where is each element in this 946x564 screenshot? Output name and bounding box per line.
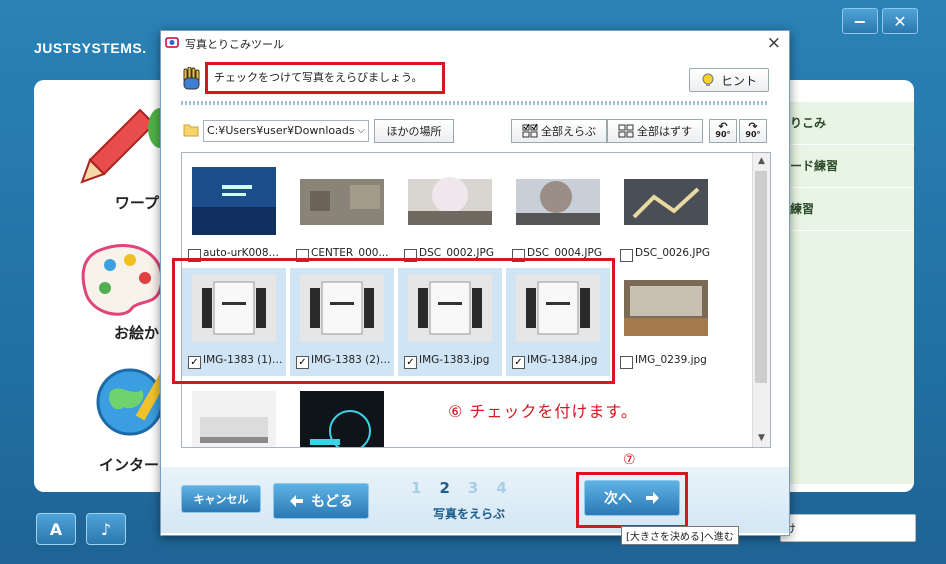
photo-cell[interactable]: DSC_0026.JPG bbox=[614, 161, 718, 269]
photo-cell[interactable]: IMG_0239.jpg bbox=[614, 268, 718, 376]
folder-path-select[interactable]: C:¥Users¥user¥Downloads ⌵ bbox=[203, 120, 369, 142]
photo-cell[interactable] bbox=[290, 385, 394, 447]
hint-label: ヒント bbox=[720, 73, 757, 88]
scroll-up-arrow-icon[interactable]: ▲ bbox=[753, 153, 770, 170]
sound-button[interactable]: ♪ bbox=[86, 513, 126, 545]
next-button-tooltip: [大きさを決める]へ進む bbox=[621, 526, 739, 545]
app-icon bbox=[165, 37, 179, 48]
minimize-button[interactable]: − bbox=[842, 8, 878, 34]
right-menu-item[interactable]: ード練習 bbox=[790, 145, 914, 188]
photo-checkbox[interactable] bbox=[620, 249, 633, 262]
annotation-highlight-frame bbox=[172, 258, 615, 384]
globe-icon bbox=[96, 363, 175, 436]
dialog-title: 写真とりこみツール bbox=[185, 38, 284, 51]
photo-filename: IMG_0239.jpg bbox=[635, 354, 707, 366]
photo-cell[interactable]: auto-urK008p... bbox=[182, 161, 286, 269]
right-menu-item[interactable]: りこみ bbox=[790, 102, 914, 145]
dialog-titlebar: 写真とりこみツール × bbox=[161, 31, 789, 55]
photo-thumbnail bbox=[516, 167, 600, 235]
rotate-left-label: 90° bbox=[715, 130, 731, 139]
current-step-label: 写真をえらぶ bbox=[433, 507, 506, 521]
other-location-button[interactable]: ほかの場所 bbox=[374, 119, 454, 143]
step-1: 1 bbox=[411, 479, 422, 497]
instruction-row: チェックをつけて写真をえらびましょう。 ヒント bbox=[161, 57, 789, 101]
photo-cell[interactable] bbox=[182, 385, 286, 447]
next-button[interactable]: 次へ bbox=[584, 480, 680, 516]
location-toolbar: C:¥Users¥user¥Downloads ⌵ ほかの場所 全部えらぶ 全部… bbox=[183, 119, 771, 145]
photo-filename: DSC_0026.JPG bbox=[635, 247, 710, 259]
right-menu-item[interactable]: 練習 bbox=[790, 188, 914, 231]
empty-grid-icon bbox=[618, 124, 634, 138]
background-text-field: け bbox=[780, 514, 916, 542]
tile-wordprocessor[interactable]: ワープロ bbox=[70, 90, 174, 212]
step-indicator: 1 2 3 4 bbox=[411, 479, 551, 499]
rotate-right-label: 90° bbox=[745, 130, 761, 139]
palette-icon bbox=[81, 244, 164, 316]
folder-icon bbox=[183, 124, 199, 137]
photo-thumbnail bbox=[192, 167, 276, 235]
back-button[interactable]: もどる bbox=[273, 483, 369, 519]
app-tiles: ワープロ お絵かき インターネ bbox=[44, 90, 175, 485]
select-all-label: 全部えらぶ bbox=[541, 125, 596, 138]
tile-paint[interactable]: お絵かき bbox=[70, 230, 174, 350]
photo-cell[interactable]: DSC_0004.JPG bbox=[506, 161, 610, 269]
photo-thumbnail bbox=[408, 167, 492, 235]
photo-thumbnail bbox=[300, 391, 384, 447]
next-label: 次へ bbox=[604, 491, 632, 507]
window-controls: − ✕ bbox=[842, 8, 918, 34]
deselect-all-button[interactable]: 全部はずす bbox=[607, 119, 703, 143]
scrollbar-thumb[interactable] bbox=[755, 171, 767, 383]
hand-icon bbox=[183, 67, 200, 90]
background-right-menu: りこみ ード練習 練習 bbox=[790, 102, 914, 484]
font-button[interactable]: A bbox=[36, 513, 76, 545]
rotate-left-button[interactable]: ↶ 90° bbox=[709, 119, 737, 143]
photo-thumbnail bbox=[624, 274, 708, 342]
wordprocessor-icon bbox=[80, 108, 172, 184]
step-3: 3 bbox=[467, 479, 479, 497]
photo-thumbnail bbox=[192, 391, 276, 447]
arrow-right-icon bbox=[646, 492, 659, 504]
wizard-footer: キャンセル もどる 1 2 3 4 写真をえらぶ 次へ bbox=[161, 467, 789, 533]
check-grid-icon bbox=[522, 124, 538, 138]
window-close-button[interactable]: ✕ bbox=[882, 8, 918, 34]
brand-logo: JUSTSYSTEMS. bbox=[34, 40, 147, 56]
step-4: 4 bbox=[496, 479, 507, 497]
photo-cell[interactable]: DSC_0002.JPG bbox=[398, 161, 502, 269]
tile-label: ワープロ bbox=[114, 194, 174, 212]
select-all-button[interactable]: 全部えらぶ bbox=[511, 119, 607, 143]
annotation-step-7: ⑦ bbox=[623, 452, 636, 468]
step-2: 2 bbox=[439, 479, 450, 497]
back-label: もどる bbox=[311, 494, 353, 510]
arrow-left-icon bbox=[290, 495, 304, 507]
vertical-scrollbar[interactable]: ▲ ▼ bbox=[752, 153, 770, 447]
photo-checkbox[interactable] bbox=[620, 356, 633, 369]
speaker-icon: ♪ bbox=[100, 519, 112, 539]
cancel-button[interactable]: キャンセル bbox=[181, 485, 261, 513]
tile-label: インターネ bbox=[98, 456, 174, 474]
photo-cell[interactable]: CENTER_000... bbox=[290, 161, 394, 269]
tile-label: お絵かき bbox=[113, 324, 174, 342]
folder-path: C:¥Users¥user¥Downloads bbox=[207, 124, 355, 137]
lightbulb-icon bbox=[702, 73, 714, 86]
tile-internet[interactable]: インターネ bbox=[70, 362, 175, 482]
separator bbox=[181, 101, 769, 105]
photo-thumbnail bbox=[300, 167, 384, 235]
annotation-step-6: ⑥ チェックを付けます。 bbox=[448, 402, 638, 421]
dialog-close-button[interactable]: × bbox=[767, 33, 781, 53]
instruction-text: チェックをつけて写真をえらびましょう。 bbox=[205, 62, 445, 94]
rotate-right-button[interactable]: ↷ 90° bbox=[739, 119, 767, 143]
deselect-all-label: 全部はずす bbox=[637, 125, 692, 138]
photo-thumbnail bbox=[624, 167, 708, 235]
hint-button[interactable]: ヒント bbox=[689, 68, 769, 92]
font-icon: A bbox=[49, 519, 63, 539]
scroll-down-arrow-icon[interactable]: ▼ bbox=[753, 430, 770, 447]
chevron-down-icon: ⌵ bbox=[357, 125, 365, 136]
